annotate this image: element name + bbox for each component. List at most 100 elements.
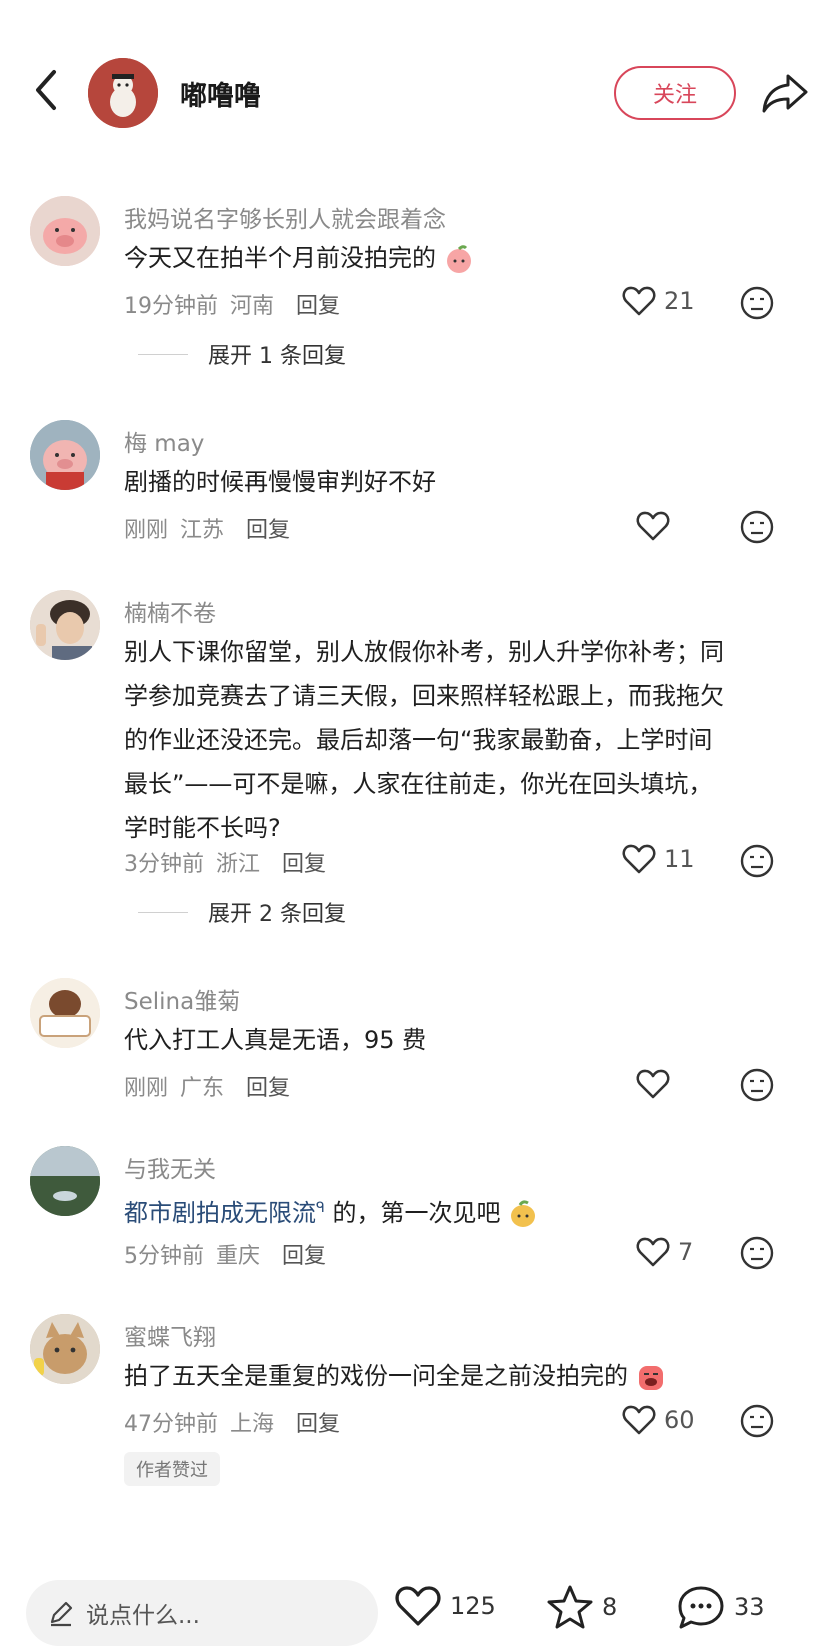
- comment-time: 19分钟前: [124, 294, 218, 319]
- heart-icon: [395, 1586, 441, 1626]
- comment-meta: 3分钟前 浙江 回复: [124, 846, 326, 878]
- comment-location: 重庆: [216, 1244, 261, 1269]
- reply-button[interactable]: 回复: [282, 1244, 326, 1269]
- comment-location: 江苏: [180, 518, 225, 543]
- heart-icon: [622, 286, 656, 316]
- comment-text: 拍了五天全是重复的戏份一问全是之前没拍完的: [124, 1354, 814, 1398]
- heart-icon: [636, 1069, 670, 1099]
- commenter-name[interactable]: Selina雏菊: [124, 982, 240, 1016]
- comment-time: 刚刚: [124, 518, 169, 543]
- dislike-face-icon[interactable]: [740, 1236, 774, 1270]
- post-comment-button[interactable]: 33: [676, 1584, 765, 1630]
- commenter-name[interactable]: 与我无关: [124, 1150, 216, 1184]
- expand-replies-button[interactable]: 展开 2 条回复: [138, 896, 346, 928]
- like-count: 7: [678, 1238, 694, 1266]
- like-button[interactable]: 7: [636, 1236, 693, 1268]
- expand-replies-label: 展开 1 条回复: [208, 344, 346, 369]
- comment-line: 学参加竞赛去了请三天假，回来照样轻松跟上，而我拖欠: [124, 682, 724, 710]
- commenter-avatar[interactable]: [30, 1314, 100, 1384]
- divider: [138, 353, 188, 355]
- reply-button[interactable]: 回复: [246, 1076, 290, 1101]
- post-comment-count: 33: [734, 1593, 765, 1621]
- like-button[interactable]: 60: [622, 1404, 695, 1436]
- like-count: 21: [664, 287, 695, 315]
- divider: [138, 911, 188, 913]
- star-icon: [547, 1585, 593, 1629]
- like-count: 11: [664, 845, 695, 873]
- heart-icon: [636, 511, 670, 541]
- comment-line: 的作业还没还完。最后却落一句“我家最勤奋，上学时间: [124, 726, 713, 754]
- author-liked-badge: 作者赞过: [124, 1452, 220, 1486]
- top-bar: 嘟噜噜 关注: [0, 0, 837, 150]
- comment-line: 剧播的时候再慢慢审判好不好: [124, 468, 436, 496]
- commenter-avatar[interactable]: [30, 978, 100, 1048]
- comment-line: 别人下课你留堂，别人放假你补考，别人升学你补考；同: [124, 638, 724, 666]
- comment-location: 浙江: [216, 852, 261, 877]
- reply-button[interactable]: 回复: [296, 1412, 340, 1437]
- like-button[interactable]: 21: [622, 285, 695, 317]
- dislike-face-icon[interactable]: [740, 844, 774, 878]
- comment-time: 3分钟前: [124, 852, 204, 877]
- expand-replies-button[interactable]: 展开 1 条回复: [138, 338, 346, 370]
- back-arrow-icon[interactable]: [30, 68, 64, 112]
- share-icon[interactable]: [760, 70, 810, 116]
- comment-line: 的，第一次见吧: [332, 1199, 501, 1227]
- comment-meta: 47分钟前 上海 回复: [124, 1406, 340, 1438]
- comment-meta: 刚刚 江苏 回复: [124, 512, 290, 544]
- like-count: 60: [664, 1406, 695, 1434]
- comment-location: 广东: [180, 1076, 225, 1101]
- comment-line: 学时能不长吗?: [124, 814, 281, 842]
- like-button[interactable]: [636, 1068, 670, 1100]
- commenter-avatar[interactable]: [30, 196, 100, 266]
- heart-icon: [622, 1405, 656, 1435]
- comment-text: 今天又在拍半个月前没拍完的: [124, 236, 814, 280]
- bottom-action-bar: 说点什么... 125 8 33: [0, 1570, 837, 1646]
- comment-location: 河南: [230, 294, 275, 319]
- melon-emoji-icon: [508, 1199, 538, 1229]
- dislike-face-icon[interactable]: [740, 1068, 774, 1102]
- comment-input[interactable]: 说点什么...: [26, 1580, 378, 1646]
- peach-emoji-icon: [444, 244, 474, 274]
- comment-bubble-icon: [678, 1586, 724, 1629]
- commenter-avatar[interactable]: [30, 1146, 100, 1216]
- commenter-name[interactable]: 我妈说名字够长别人就会跟着念: [124, 200, 446, 234]
- dislike-face-icon[interactable]: [740, 1404, 774, 1438]
- author-avatar[interactable]: [88, 58, 158, 128]
- commenter-avatar[interactable]: [30, 420, 100, 490]
- comment-meta: 刚刚 广东 回复: [124, 1070, 290, 1102]
- like-button[interactable]: [636, 510, 670, 542]
- comment-time: 5分钟前: [124, 1244, 204, 1269]
- comment-text: 代入打工人真是无语，95 费: [124, 1018, 814, 1062]
- comment-meta: 19分钟前 河南 回复: [124, 288, 340, 320]
- post-collect-count: 8: [602, 1593, 618, 1621]
- comment-text: 都市剧拍成无限流ᑫ 的，第一次见吧: [124, 1186, 814, 1235]
- post-like-count: 125: [450, 1592, 496, 1620]
- search-link[interactable]: 都市剧拍成无限流: [124, 1199, 316, 1227]
- reply-button[interactable]: 回复: [282, 852, 326, 877]
- reply-button[interactable]: 回复: [246, 518, 290, 543]
- comment-time: 刚刚: [124, 1076, 169, 1101]
- commenter-name[interactable]: 梅 may: [124, 424, 204, 458]
- crying-emoji-icon: [636, 1362, 666, 1392]
- comment-text: 别人下课你留堂，别人放假你补考，别人升学你补考；同 学参加竞赛去了请三天假，回来…: [124, 630, 814, 850]
- commenter-avatar[interactable]: [30, 590, 100, 660]
- heart-icon: [622, 844, 656, 874]
- reply-button[interactable]: 回复: [296, 294, 340, 319]
- dislike-face-icon[interactable]: [740, 510, 774, 544]
- post-collect-button[interactable]: 8: [546, 1584, 617, 1630]
- author-name[interactable]: 嘟噜噜: [180, 74, 261, 113]
- comment-location: 上海: [230, 1412, 275, 1437]
- like-button[interactable]: 11: [622, 843, 695, 875]
- search-small-icon: ᑫ: [316, 1200, 325, 1216]
- commenter-name[interactable]: 蜜蝶飞翔: [124, 1318, 216, 1352]
- follow-button[interactable]: 关注: [614, 66, 736, 120]
- comment-text: 剧播的时候再慢慢审判好不好: [124, 460, 814, 504]
- comment-meta: 5分钟前 重庆 回复: [124, 1238, 326, 1270]
- dislike-face-icon[interactable]: [740, 286, 774, 320]
- commenter-name[interactable]: 楠楠不卷: [124, 594, 216, 628]
- comment-line: 最长”——可不是嘛，人家在往前走，你光在回头填坑，: [124, 770, 713, 798]
- expand-replies-label: 展开 2 条回复: [208, 902, 346, 927]
- comment-line: 今天又在拍半个月前没拍完的: [124, 244, 436, 272]
- comment-time: 47分钟前: [124, 1412, 218, 1437]
- post-like-button[interactable]: 125: [394, 1584, 496, 1628]
